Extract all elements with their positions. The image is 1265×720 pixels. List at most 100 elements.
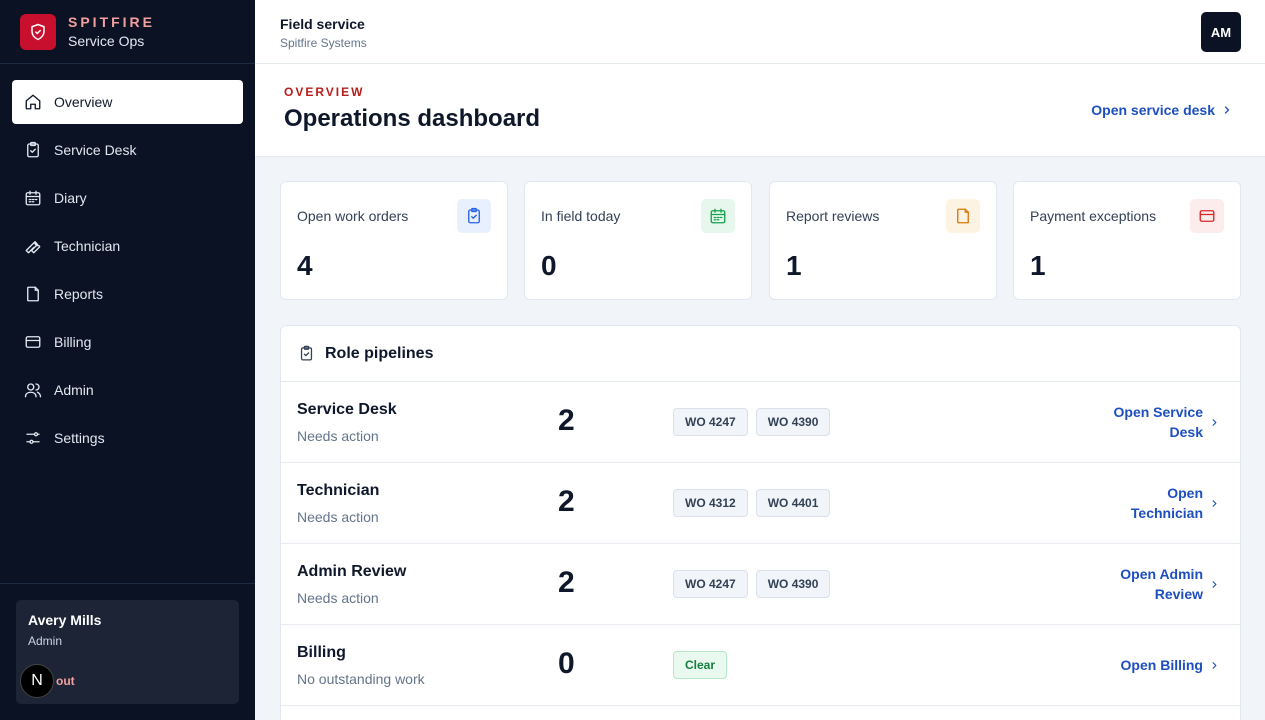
chevron-right-icon [1212, 661, 1217, 669]
sidebar-item-service-desk[interactable]: Service Desk [12, 128, 243, 172]
sidebar: SPITFIRE Service Ops Overview Service De… [0, 0, 255, 720]
work-order-chips: WO 4247 WO 4390 [673, 408, 838, 436]
pipeline-status: No outstanding work [297, 671, 425, 687]
brand-name: SPITFIRE [68, 14, 156, 30]
page-eyebrow: OVERVIEW [284, 85, 365, 99]
clipboard-check-icon [457, 199, 491, 233]
sidebar-item-settings[interactable]: Settings [12, 416, 243, 460]
work-order-chip[interactable]: WO 4312 [673, 489, 748, 517]
sidebar-item-label: Overview [54, 94, 113, 110]
sidebar-item-label: Settings [54, 430, 105, 446]
stat-card-in-field-today: In field today 0 [524, 181, 752, 300]
chevron-right-icon [1224, 106, 1230, 114]
role-pipelines-panel: Role pipelines Service Desk Needs action… [280, 325, 1241, 720]
pipeline-row-technician: Technician Needs action 2 WO 4312 WO 440… [281, 463, 1240, 544]
sidebar-item-label: Diary [54, 190, 87, 206]
sidebar-item-billing[interactable]: Billing [12, 320, 243, 364]
sliders-icon [26, 432, 40, 444]
stat-label: In field today [541, 208, 621, 224]
stat-value: 1 [786, 250, 802, 281]
calendar-icon [701, 199, 735, 233]
avatar[interactable]: AM [1201, 12, 1241, 52]
topbar: Field service Spitfire Systems AM [255, 0, 1265, 64]
brand-subtitle: Service Ops [68, 33, 145, 49]
brand: SPITFIRE Service Ops [0, 0, 255, 64]
work-order-chip[interactable]: WO 4401 [755, 489, 831, 517]
pipeline-name: Service Desk [297, 401, 397, 418]
clear-badge: Clear [673, 651, 728, 679]
home-icon [25, 94, 41, 110]
credit-card-icon [25, 336, 41, 348]
pipeline-status: Needs action [297, 428, 379, 444]
pipeline-count: 2 [558, 485, 575, 518]
pipeline-status: Needs action [297, 509, 379, 525]
pipeline-count: 2 [558, 404, 575, 437]
open-service-desk-row-link[interactable]: Open Service Desk [1114, 382, 1221, 462]
sidebar-nav: Overview Service Desk Diary Technician R… [0, 64, 255, 460]
pipeline-status: Needs action [297, 590, 379, 606]
app-title: Field service [280, 16, 365, 32]
chevron-right-icon [1212, 418, 1217, 426]
open-billing-row-link[interactable]: Open Billing [1121, 625, 1220, 705]
chevron-right-icon [1212, 499, 1217, 507]
open-technician-row-link[interactable]: Open Technician [1131, 463, 1220, 543]
link-line: Open Admin [1120, 566, 1203, 582]
sidebar-item-label: Service Desk [54, 142, 137, 158]
link-line: Technician [1130, 505, 1203, 521]
sidebar-item-label: Reports [54, 286, 104, 302]
app-subtitle: Spitfire Systems [280, 36, 367, 50]
wrench-icon [25, 241, 41, 254]
sidebar-item-admin[interactable]: Admin [12, 368, 243, 412]
pipeline-row-billing: Billing No outstanding work 0 Clear Open… [281, 625, 1240, 706]
page-title: Operations dashboard [284, 105, 541, 132]
sidebar-item-label: Technician [54, 238, 121, 254]
sign-out-button[interactable]: out [56, 674, 75, 688]
open-admin-review-row-link[interactable]: Open Admin Review [1120, 544, 1220, 624]
user-card: Avery Mills Admin out N [16, 600, 239, 704]
link-line: Open [1167, 485, 1203, 501]
sidebar-item-overview[interactable]: Overview [12, 80, 243, 124]
role-pipelines-header: Role pipelines [281, 326, 1240, 382]
link-line: Open Billing [1120, 657, 1203, 673]
credit-card-icon [1190, 199, 1224, 233]
stat-card-report-reviews: Report reviews 1 [769, 181, 997, 300]
work-order-chip[interactable]: WO 4390 [755, 570, 831, 598]
sidebar-item-label: Billing [54, 334, 92, 350]
pipeline-name: Technician [297, 482, 380, 499]
link-line: Open Service [1113, 404, 1204, 420]
sidebar-item-diary[interactable]: Diary [12, 176, 243, 220]
chevron-right-icon [1212, 580, 1217, 588]
stat-label: Report reviews [786, 208, 880, 224]
user-name: Avery Mills [28, 612, 102, 628]
stat-value: 1 [1030, 250, 1046, 281]
work-order-chips: WO 4247 WO 4390 [673, 570, 838, 598]
users-icon [24, 383, 42, 398]
sidebar-footer: Avery Mills Admin out N [0, 583, 255, 720]
work-order-chip[interactable]: WO 4247 [673, 570, 748, 598]
clipboard-icon [27, 141, 39, 158]
calendar-icon [25, 190, 41, 206]
sidebar-item-reports[interactable]: Reports [12, 272, 243, 316]
link-line: Review [1154, 586, 1203, 602]
stat-label: Open work orders [297, 208, 409, 224]
page-header: OVERVIEW Operations dashboard Open servi… [255, 64, 1265, 157]
pipeline-row-admin-review: Admin Review Needs action 2 WO 4247 WO 4… [281, 544, 1240, 625]
pipeline-count: 0 [558, 647, 575, 680]
work-order-chip[interactable]: WO 4390 [755, 408, 831, 436]
work-order-chip[interactable]: WO 4247 [673, 408, 748, 436]
pipeline-row-service-desk: Service Desk Needs action 2 WO 4247 WO 4… [281, 382, 1240, 463]
clipboard-check-icon [300, 345, 313, 361]
stat-value: 4 [297, 250, 313, 281]
user-role: Admin [28, 634, 63, 648]
pipeline-name: Admin Review [297, 563, 407, 580]
pipeline-count: 2 [558, 566, 575, 599]
stat-card-payment-exceptions: Payment exceptions 1 [1013, 181, 1241, 300]
document-icon [27, 286, 39, 302]
stat-value: 0 [541, 250, 557, 281]
stat-card-open-work-orders: Open work orders 4 [280, 181, 508, 300]
open-service-desk-link[interactable]: Open service desk [1091, 102, 1233, 118]
dev-tools-badge[interactable]: N [20, 664, 54, 698]
sidebar-item-technician[interactable]: Technician [12, 224, 243, 268]
open-service-desk-label: Open service desk [1091, 102, 1215, 118]
pipeline-name: Billing [297, 644, 346, 661]
